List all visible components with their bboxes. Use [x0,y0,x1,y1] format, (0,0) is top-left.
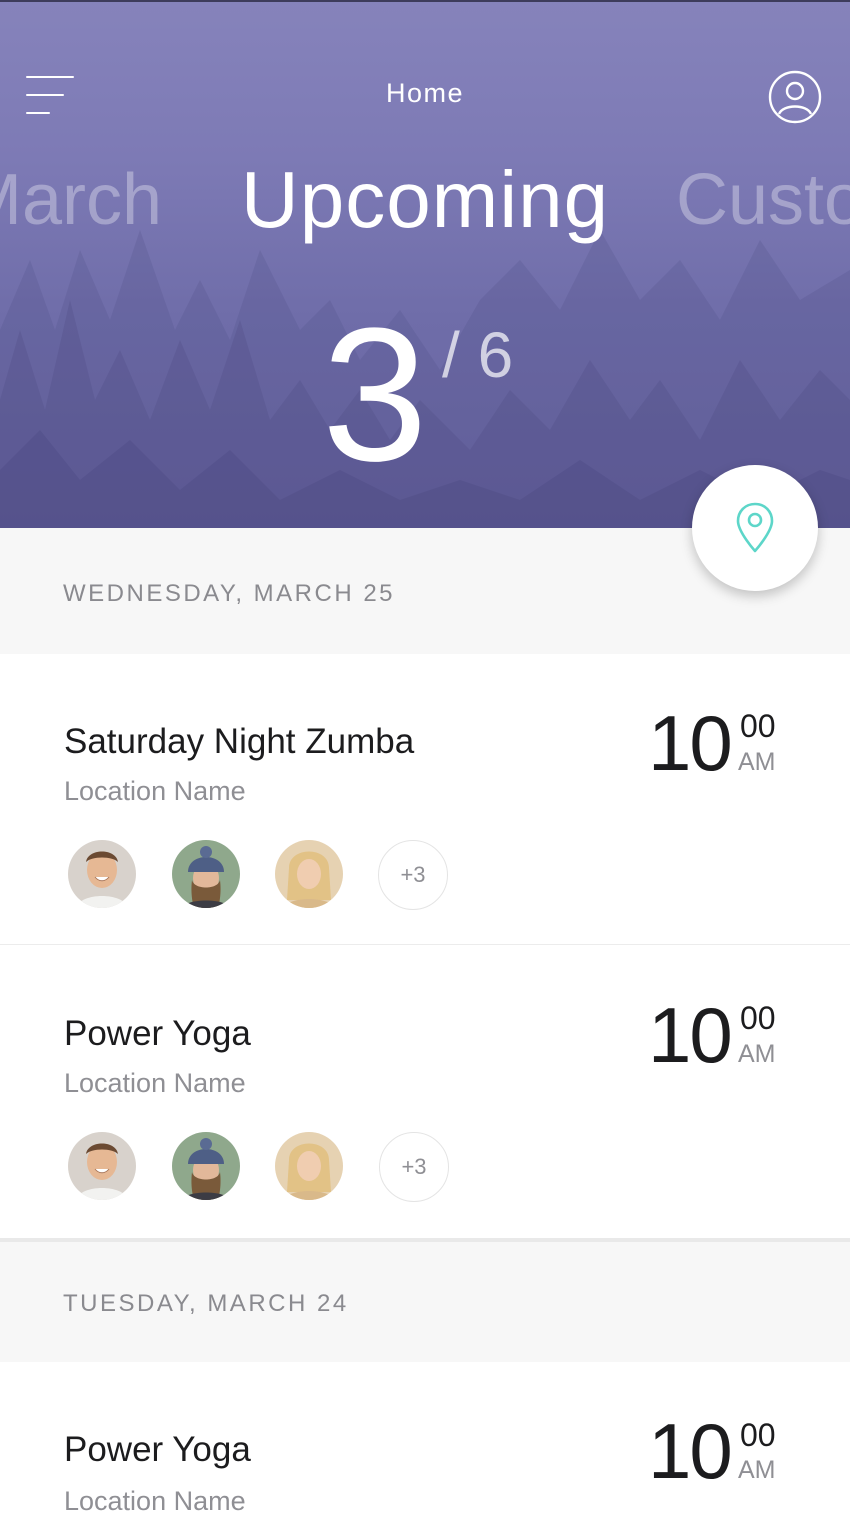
event-time-hour: 10 [648,699,733,787]
event-card[interactable]: Power Yoga Location Name 10 00 AM [0,1362,850,1522]
page-title: Home [385,78,465,108]
tab-custom[interactable]: Custom [676,150,850,250]
day-header-label: WEDNESDAY, MARCH 25 [63,580,396,607]
event-name: Power Yoga [64,1430,251,1469]
user-profile-icon[interactable] [768,70,822,124]
day-header: TUESDAY, MARCH 24 [0,1242,850,1362]
location-button[interactable] [692,465,818,591]
upcoming-count: 3 [322,289,428,501]
total-count: / 6 [442,319,514,391]
avatar[interactable] [68,840,136,908]
avatar[interactable] [172,1132,240,1200]
attendee-avatars: +3 [68,1132,468,1202]
top-border [0,0,850,2]
hero-header: Home March Upcoming Custom 3 / 6 [0,0,850,528]
avatar[interactable] [68,1132,136,1200]
event-card[interactable]: Power Yoga Location Name 10 00 AM +3 [0,946,850,1238]
event-location: Location Name [64,1068,246,1098]
event-name: Saturday Night Zumba [64,722,415,761]
map-pin-icon [736,502,774,553]
more-attendees-badge[interactable]: +3 [378,840,448,910]
avatar[interactable] [275,840,343,908]
menu-line [26,112,50,114]
filter-tabs: March Upcoming Custom [0,150,850,260]
avatar[interactable] [172,840,240,908]
event-time-period: AM [738,1040,776,1068]
event-time-hour: 10 [648,1407,733,1495]
event-name: Power Yoga [64,1014,251,1053]
event-location: Location Name [64,776,246,806]
day-header-label: TUESDAY, MARCH 24 [63,1290,349,1317]
attendee-avatars: +3 [68,840,468,910]
event-time-minute: 00 [740,1417,776,1453]
event-card[interactable]: Saturday Night Zumba Location Name 10 00… [0,654,850,944]
event-time-period: AM [738,748,776,776]
more-attendees-badge[interactable]: +3 [379,1132,449,1202]
event-location: Location Name [64,1486,246,1516]
event-time-minute: 00 [740,1000,776,1036]
event-time-minute: 00 [740,708,776,744]
event-time-period: AM [738,1456,776,1484]
avatar[interactable] [275,1132,343,1200]
divider [0,944,850,945]
event-time-hour: 10 [648,991,733,1079]
